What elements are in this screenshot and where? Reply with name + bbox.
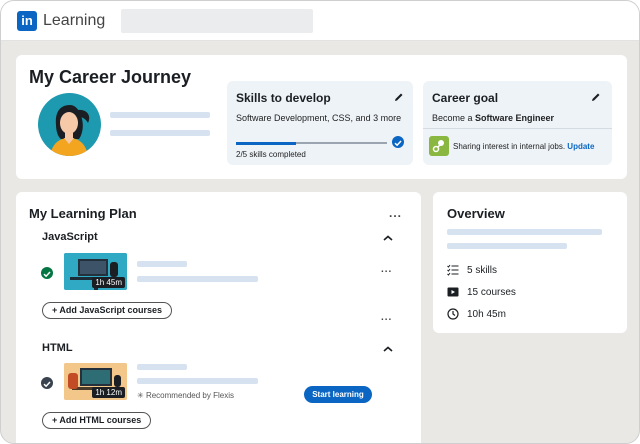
overview-stat-label: 5 skills — [467, 264, 498, 276]
chevron-up-icon[interactable] — [383, 346, 393, 352]
overview-text-placeholder — [447, 243, 567, 249]
career-journey-card: My Career Journey Skills to develop Soft… — [16, 55, 627, 179]
clock-icon — [447, 308, 459, 320]
overview-text-placeholder — [447, 229, 602, 235]
career-goal-role: Software Engineer — [475, 113, 555, 123]
career-goal-prefix: Become a — [432, 113, 476, 123]
skills-check-icon — [392, 136, 404, 148]
avatar — [38, 93, 101, 156]
add-javascript-courses-button[interactable]: + Add JavaScript courses — [42, 302, 172, 319]
overview-stat-courses: 15 courses — [447, 286, 516, 298]
learning-plan-card: My Learning Plan ... JavaScript 1h 45m .… — [16, 192, 421, 443]
plan-more-options-icon[interactable]: ... — [389, 206, 402, 220]
top-navigation-bar: in Learning — [1, 1, 639, 41]
search-bar-placeholder[interactable] — [121, 9, 313, 33]
overview-stat-duration: 10h 45m — [447, 308, 506, 320]
course-complete-check-icon — [41, 267, 53, 279]
section-title-javascript: JavaScript — [42, 231, 98, 243]
course-thumbnail-javascript[interactable]: 1h 45m — [64, 253, 127, 290]
course-complete-check-icon — [41, 377, 53, 389]
course-more-options-icon[interactable]: ... — [381, 264, 392, 275]
checklist-icon — [447, 264, 459, 276]
update-link[interactable]: Update — [567, 142, 594, 151]
avatar-illustration-icon — [50, 105, 90, 156]
course-duration-badge: 1h 12m — [92, 387, 125, 398]
edit-pencil-icon[interactable] — [591, 92, 601, 102]
career-goal-title: Career goal — [432, 91, 499, 105]
overview-stat-skills: 5 skills — [447, 264, 497, 276]
course-author-placeholder — [137, 378, 258, 384]
learning-plan-title: My Learning Plan — [29, 206, 137, 221]
course-author-placeholder — [137, 276, 258, 282]
skills-progress-bar — [236, 141, 387, 145]
job-interest-icon — [429, 136, 449, 156]
chevron-up-icon[interactable] — [383, 235, 393, 241]
sparkle-icon: ✳ — [137, 391, 144, 400]
app-name[interactable]: Learning — [43, 12, 105, 30]
career-goal-card[interactable]: Career goal Become a Software Engineer S… — [423, 81, 612, 165]
job-interest-label: Sharing interest in internal jobs. — [453, 142, 566, 151]
start-learning-button[interactable]: Start learning — [304, 386, 372, 403]
overview-stat-label: 10h 45m — [467, 308, 506, 320]
course-duration-badge: 1h 45m — [92, 277, 125, 288]
overview-title: Overview — [447, 206, 505, 221]
course-thumbnail-html[interactable]: 1h 12m — [64, 363, 127, 400]
linkedin-logo-icon[interactable]: in — [17, 11, 37, 31]
career-goal-text: Become a Software Engineer — [432, 113, 554, 123]
overview-stat-label: 15 courses — [467, 286, 516, 298]
recommended-text: Recommended by Flexis — [145, 391, 234, 400]
section-title-html: HTML — [42, 342, 73, 354]
profile-name-placeholder — [110, 112, 210, 118]
section-more-options-icon[interactable]: ... — [381, 312, 392, 323]
video-icon — [447, 287, 459, 297]
overview-card: Overview 5 skills 15 courses 10h 45m — [433, 192, 627, 333]
course-title-placeholder — [137, 364, 187, 370]
course-title-placeholder — [137, 261, 187, 267]
job-interest-text: Sharing interest in internal jobs. Updat… — [453, 142, 594, 151]
skills-list-text: Software Development, CSS, and 3 more — [236, 113, 402, 123]
skills-card-title: Skills to develop — [236, 91, 331, 105]
skills-progress-label: 2/5 skills completed — [236, 150, 306, 159]
edit-pencil-icon[interactable] — [394, 92, 404, 102]
add-html-courses-button[interactable]: + Add HTML courses — [42, 412, 152, 429]
career-journey-title: My Career Journey — [29, 67, 192, 87]
career-goal-divider — [423, 128, 612, 129]
skills-to-develop-card[interactable]: Skills to develop Software Development, … — [227, 81, 413, 165]
app-window: in Learning My Career Journey Skills to … — [0, 0, 640, 444]
profile-headline-placeholder — [110, 130, 210, 136]
recommended-label: ✳ Recommended by Flexis — [137, 391, 234, 400]
skills-progress-fill — [236, 141, 297, 145]
